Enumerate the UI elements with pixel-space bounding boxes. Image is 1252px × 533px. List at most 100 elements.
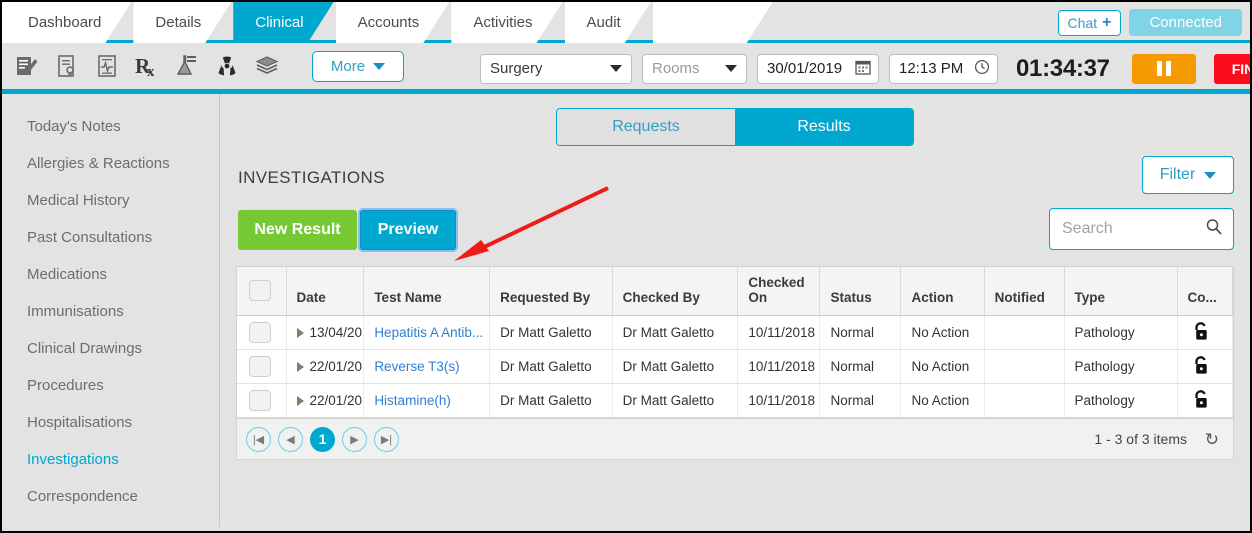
sidebar-item-procedures[interactable]: Procedures (2, 367, 219, 404)
tab-accounts[interactable]: Accounts (336, 2, 450, 43)
table-row[interactable]: 13/04/2017 Hepatitis A Antib... Dr Matt … (237, 315, 1233, 350)
sidebar-item-medical-history[interactable]: Medical History (2, 182, 219, 219)
test-name-link[interactable]: Reverse T3(s) (374, 359, 459, 374)
connected-status-button[interactable]: Connected (1129, 9, 1242, 36)
cell-confidential[interactable] (1177, 383, 1233, 418)
pause-icon-bar (1165, 61, 1171, 76)
books-icon[interactable] (250, 49, 284, 83)
cell-date: 22/01/2018 (286, 349, 365, 384)
notes-icon[interactable] (10, 49, 44, 83)
time-picker[interactable]: 12:13 PM (889, 53, 998, 84)
prev-page-button[interactable]: ◀ (278, 426, 303, 452)
calendar-icon[interactable] (855, 59, 871, 79)
tab-results[interactable]: Results (735, 109, 913, 145)
column-status[interactable]: Status (819, 267, 902, 316)
pause-button[interactable] (1131, 53, 1196, 84)
lab-flask-icon[interactable] (170, 49, 204, 83)
cell-test-name[interactable]: Histamine(h) (363, 383, 491, 418)
column-notified[interactable]: Notified (984, 267, 1065, 316)
expand-row-icon[interactable] (296, 328, 304, 339)
sidebar-item-todays-notes[interactable]: Today's Notes (2, 108, 219, 145)
tab-details[interactable]: Details (133, 2, 231, 43)
expand-row-icon[interactable] (296, 396, 304, 407)
refresh-icon[interactable]: ↻ (1205, 431, 1219, 448)
tab-requests[interactable]: Requests (557, 109, 735, 145)
test-name-link[interactable]: Histamine(h) (374, 393, 451, 408)
tab-clinical[interactable]: Clinical (233, 2, 333, 43)
last-page-button[interactable]: ▶| (374, 426, 399, 452)
row-checkbox[interactable] (249, 322, 271, 343)
test-name-link[interactable]: Hepatitis A Antib... (374, 325, 483, 340)
sidebar-item-medications[interactable]: Medications (2, 256, 219, 293)
investigations-panel: Requests Results INVESTIGATIONS Filter N… (220, 94, 1250, 527)
chevron-down-icon (610, 65, 622, 72)
preview-button[interactable]: Preview (360, 210, 456, 250)
sidebar-item-immunisations[interactable]: Immunisations (2, 293, 219, 330)
cell-date: 22/01/2018 (286, 383, 365, 418)
tab-audit[interactable]: Audit (565, 2, 651, 43)
column-type[interactable]: Type (1064, 267, 1178, 316)
column-confidential[interactable]: Co... (1177, 267, 1233, 316)
certificate-icon[interactable] (50, 49, 84, 83)
preview-label: Preview (377, 221, 439, 238)
search-input[interactable] (1062, 220, 1202, 238)
date-value: 30/01/2019 (767, 60, 843, 77)
more-dropdown-button[interactable]: More (312, 50, 404, 82)
cell-notified (984, 349, 1065, 384)
column-action[interactable]: Action (900, 267, 985, 316)
table-header-row: Date Test Name Requested By Checked By C… (237, 267, 1233, 316)
header-actions: Chat + Connected (1057, 2, 1242, 43)
item-count-label: 1 - 3 of 3 items (1094, 431, 1187, 447)
connected-label: Connected (1149, 14, 1222, 31)
select-all-checkbox[interactable] (249, 279, 271, 301)
radiology-icon[interactable] (210, 49, 244, 83)
table-row[interactable]: 22/01/2018 Reverse T3(s) Dr Matt Galetto… (237, 349, 1233, 384)
expand-row-icon[interactable] (296, 362, 304, 373)
prescription-rx-icon[interactable]: R x (130, 49, 164, 83)
column-date[interactable]: Date (286, 267, 365, 316)
date-picker[interactable]: 30/01/2019 (757, 53, 879, 84)
table-row[interactable]: 22/01/2018 Histamine(h) Dr Matt Galetto … (237, 383, 1233, 418)
rooms-select[interactable]: Rooms (642, 53, 747, 84)
sidebar-item-investigations[interactable]: Investigations (2, 441, 219, 478)
cell-confidential[interactable] (1177, 315, 1233, 350)
page-1-button[interactable]: 1 (310, 426, 335, 452)
search-box[interactable] (1049, 208, 1234, 250)
sidebar-item-clinical-drawings[interactable]: Clinical Drawings (2, 330, 219, 367)
column-checked-on[interactable]: Checked On (737, 267, 821, 316)
cell-confidential[interactable] (1177, 349, 1233, 384)
new-result-button[interactable]: New Result (238, 210, 357, 250)
row-checkbox[interactable] (249, 390, 271, 411)
sidebar-item-allergies-reactions[interactable]: Allergies & Reactions (2, 145, 219, 182)
cell-test-name[interactable]: Reverse T3(s) (363, 349, 491, 384)
chat-button[interactable]: Chat + (1057, 9, 1122, 36)
sidebar-item-hospitalisations[interactable]: Hospitalisations (2, 404, 219, 441)
top-tab-bar: Dashboard Details Clinical Accounts Acti… (2, 2, 1250, 43)
location-select-value: Surgery (490, 60, 543, 77)
tab-bar-filler (653, 2, 773, 43)
finish-button[interactable]: FINISH (1213, 53, 1250, 84)
chat-button-label: Chat (1067, 14, 1098, 31)
date-value: 22/01/2018 (309, 359, 363, 374)
tab-dashboard[interactable]: Dashboard (2, 2, 131, 43)
clock-icon[interactable] (974, 59, 990, 79)
search-icon[interactable] (1205, 218, 1223, 241)
investigations-table: Date Test Name Requested By Checked By C… (237, 267, 1233, 418)
column-test-name[interactable]: Test Name (363, 267, 491, 316)
tab-activities[interactable]: Activities (451, 2, 562, 43)
tab-label: Audit (586, 14, 621, 31)
column-checked-by[interactable]: Checked By (612, 267, 739, 316)
next-page-button[interactable]: ▶ (342, 426, 367, 452)
location-select[interactable]: Surgery (480, 53, 632, 84)
column-requested-by[interactable]: Requested By (489, 267, 613, 316)
cell-test-name[interactable]: Hepatitis A Antib... (363, 315, 491, 350)
vitals-document-icon[interactable] (90, 49, 124, 83)
clinical-toolbar: R x More Surgery Rooms 30/01/2019 12:13 … (2, 43, 1250, 94)
first-page-button[interactable]: |◀ (246, 426, 271, 452)
row-checkbox[interactable] (249, 356, 271, 377)
cell-requested-by: Dr Matt Galetto (489, 383, 613, 418)
sidebar-item-past-consultations[interactable]: Past Consultations (2, 219, 219, 256)
prev-page-icon: ◀ (286, 433, 295, 446)
sidebar-item-correspondence[interactable]: Correspondence (2, 478, 219, 515)
filter-button[interactable]: Filter (1142, 156, 1234, 194)
